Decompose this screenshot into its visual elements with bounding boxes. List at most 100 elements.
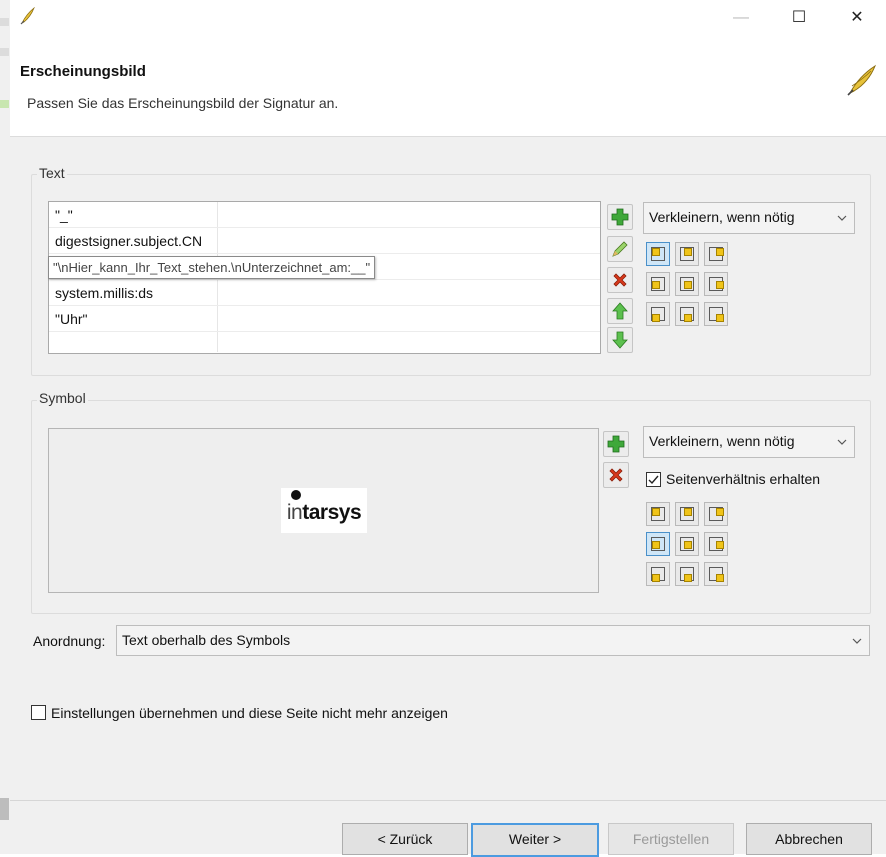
anchor-dot-icon	[716, 574, 724, 582]
text-anchor-top-left-button[interactable]	[646, 242, 670, 266]
delete-icon	[609, 468, 623, 482]
anchor-frame-icon	[680, 537, 694, 551]
table-cell: "_"	[55, 207, 73, 223]
wizard-header	[10, 32, 886, 137]
table-row[interactable]: system.millis:ds	[49, 280, 600, 306]
anchor-dot-icon	[716, 508, 724, 516]
symbol-anchor-bottom-right-button[interactable]	[704, 562, 728, 586]
table-row[interactable]	[49, 332, 600, 352]
delete-text-button[interactable]	[607, 267, 633, 293]
table-row[interactable]: "Uhr"	[49, 306, 600, 332]
text-anchor-bottom-left-button[interactable]	[646, 302, 670, 326]
anchor-frame-icon	[709, 247, 724, 261]
text-anchor-grid	[646, 242, 736, 332]
anchor-frame-icon	[709, 567, 724, 582]
anchor-dot-icon	[716, 314, 724, 322]
dont-show-again-label[interactable]: Einstellungen übernehmen und diese Seite…	[51, 705, 448, 721]
keep-ratio-label[interactable]: Seitenverhältnis erhalten	[666, 471, 820, 487]
feather-pen-icon	[20, 6, 36, 28]
keep-ratio-checkbox[interactable]	[646, 472, 661, 487]
arrangement-label: Anordnung:	[33, 633, 106, 649]
arrangement-select[interactable]: Text oberhalb des Symbols	[116, 625, 870, 656]
anchor-dot-icon	[652, 508, 660, 516]
anchor-frame-icon	[709, 537, 724, 551]
text-anchor-top-right-button[interactable]	[704, 242, 728, 266]
next-button[interactable]: Weiter >	[471, 823, 599, 857]
edit-text-button[interactable]	[607, 236, 633, 262]
move-up-button[interactable]	[607, 298, 633, 324]
minimize-button[interactable]: —	[718, 6, 764, 30]
edit-icon	[612, 241, 628, 257]
page-subtitle: Passen Sie das Erscheinungsbild der Sign…	[27, 95, 339, 111]
anchor-frame-icon	[651, 567, 665, 582]
symbol-anchor-top-right-button[interactable]	[704, 502, 728, 526]
anchor-dot-icon	[684, 248, 692, 256]
page-title: Erscheinungsbild	[20, 63, 146, 80]
symbol-anchor-top-center-button[interactable]	[675, 502, 699, 526]
table-row[interactable]: digestsigner.subject.CN	[49, 228, 600, 254]
text-anchor-middle-left-button[interactable]	[646, 272, 670, 296]
symbol-scaling-select[interactable]: Verkleinern, wenn nötig	[643, 426, 855, 458]
dont-show-again-checkbox[interactable]	[31, 705, 46, 720]
anchor-frame-icon	[680, 277, 694, 291]
anchor-frame-icon	[680, 307, 694, 322]
back-button[interactable]: < Zurück	[342, 823, 468, 855]
text-anchor-middle-right-button[interactable]	[704, 272, 728, 296]
cell-editor-input[interactable]: "\nHier_kann_Ihr_Text_stehen.\nUnterzeic…	[48, 256, 376, 279]
anchor-dot-icon	[684, 574, 692, 582]
anchor-frame-icon	[680, 507, 694, 521]
text-anchor-bottom-center-button[interactable]	[675, 302, 699, 326]
symbol-anchor-middle-center-button[interactable]	[675, 532, 699, 556]
anchor-dot-icon	[716, 281, 724, 289]
move-down-icon	[612, 331, 628, 349]
text-anchor-bottom-right-button[interactable]	[704, 302, 728, 326]
anchor-dot-icon	[652, 281, 660, 289]
symbol-anchor-bottom-left-button[interactable]	[646, 562, 670, 586]
symbol-anchor-bottom-center-button[interactable]	[675, 562, 699, 586]
anchor-dot-icon	[684, 508, 692, 516]
maximize-button[interactable]: ☐	[776, 6, 822, 30]
anchor-frame-icon	[651, 507, 665, 521]
anchor-dot-icon	[652, 314, 660, 322]
symbol-anchor-top-left-button[interactable]	[646, 502, 670, 526]
symbol-anchor-grid	[646, 502, 736, 592]
anchor-frame-icon	[651, 277, 665, 291]
footer-separator	[10, 800, 886, 801]
finish-button: Fertigstellen	[608, 823, 734, 855]
delete-symbol-button[interactable]	[603, 462, 629, 488]
symbol-anchor-middle-right-button[interactable]	[704, 532, 728, 556]
chevron-down-icon	[852, 633, 862, 649]
anchor-dot-icon	[716, 248, 724, 256]
symbol-group-label: Symbol	[37, 390, 88, 406]
intarsys-logo: intarsys	[281, 488, 367, 533]
chevron-down-icon	[837, 210, 847, 226]
arrangement-value: Text oberhalb des Symbols	[122, 632, 291, 648]
move-down-button[interactable]	[607, 327, 633, 353]
anchor-frame-icon	[680, 247, 694, 261]
add-text-button[interactable]	[607, 204, 633, 230]
close-button[interactable]: ✕	[834, 6, 880, 30]
anchor-dot-icon	[652, 541, 660, 549]
add-symbol-button[interactable]	[603, 431, 629, 457]
cancel-button[interactable]: Abbrechen	[746, 823, 872, 855]
text-scaling-value: Verkleinern, wenn nötig	[649, 209, 795, 225]
text-anchor-top-center-button[interactable]	[675, 242, 699, 266]
add-icon	[607, 435, 625, 453]
move-up-icon	[612, 302, 628, 320]
anchor-dot-icon	[716, 541, 724, 549]
checkmark-icon	[648, 475, 659, 485]
feather-pen-icon	[846, 64, 878, 99]
anchor-frame-icon	[651, 537, 665, 551]
text-group-label: Text	[37, 165, 67, 181]
text-anchor-middle-center-button[interactable]	[675, 272, 699, 296]
text-scaling-select[interactable]: Verkleinern, wenn nötig	[643, 202, 855, 234]
anchor-dot-icon	[684, 314, 692, 322]
symbol-scaling-value: Verkleinern, wenn nötig	[649, 433, 795, 449]
anchor-frame-icon	[651, 247, 665, 261]
table-cell: digestsigner.subject.CN	[55, 233, 203, 249]
table-row[interactable]: "_"	[49, 202, 600, 228]
anchor-dot-icon	[652, 248, 660, 256]
title-bar: — ☐ ✕	[10, 0, 886, 32]
symbol-anchor-middle-left-button[interactable]	[646, 532, 670, 556]
anchor-frame-icon	[709, 307, 724, 322]
